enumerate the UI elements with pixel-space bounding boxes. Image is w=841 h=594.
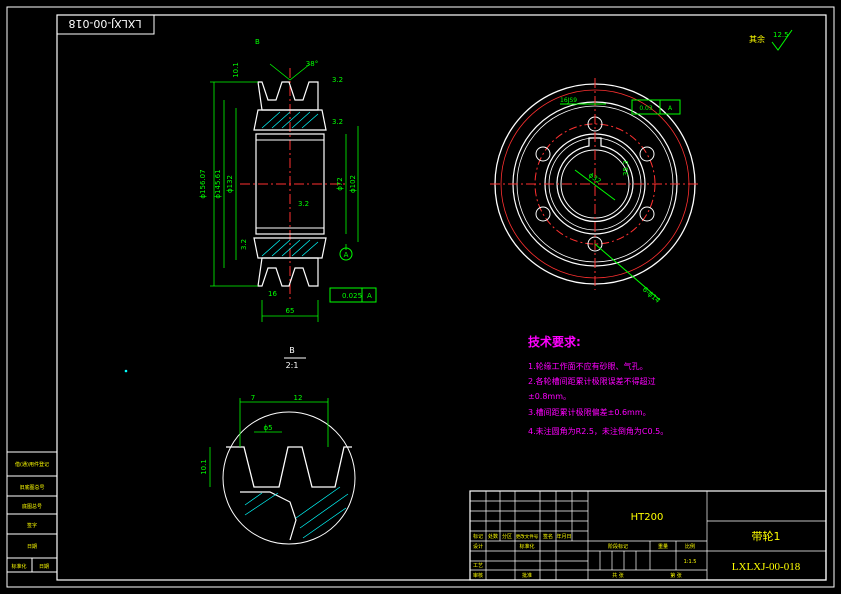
tb-row-label-6: 年月日 [556, 533, 571, 540]
side-row-1: 借(通)用件登记 [15, 461, 49, 468]
rough-a: 3.2 [332, 76, 343, 84]
tb-process: 工艺 [473, 563, 483, 569]
side-footer-2: 日期 [39, 564, 49, 570]
detail-web-profile [240, 491, 297, 541]
detail-ref: B [255, 38, 260, 46]
tb-standard: 标准化 [519, 543, 534, 550]
side-view: 16JS9 0.03 A ϕ32 35.3 6-ϕ14 [490, 78, 700, 305]
detail-circle [222, 411, 356, 545]
side-row-3: 底图总号 [22, 503, 42, 510]
drawing-stamp: LXLXJ-00-018 [56, 14, 155, 35]
side-footer-1: 标准化 [11, 563, 26, 570]
detail-hatching [244, 486, 349, 539]
titleblock-drawing-no: LXLXJ-00-018 [732, 561, 801, 573]
cad-drawing: LXLXJ-00-018 其余 12.5 ϕ156.07 ϕ145.61 ϕ13… [6, 6, 835, 588]
tb-col-1: 阶段标记 [608, 543, 628, 550]
requirement-3: 3.槽间距累计极限偏差±0.6mm。 [528, 407, 651, 417]
rough-d: 3.2 [240, 239, 248, 250]
requirement-1: 1.轮缘工作面不应有砂眼、气孔。 [528, 361, 648, 371]
detail-dim-depth: 10.1 [200, 459, 208, 475]
side-row-2: 旧底图总号 [19, 484, 44, 491]
depth-label: 35.3 [622, 160, 630, 176]
technical-requirements: 技术要求: 1.轮缘工作面不应有砂眼、气孔。 2.各轮槽间距累计极限误差不得超过… [528, 334, 668, 436]
title-block: HT200 带轮1 LXLXJ-00-018 1:1.5 标记 处数 分区 更改… [469, 490, 827, 581]
dim-groove-top: 10.1 [232, 62, 240, 78]
side-table-frame [6, 451, 58, 573]
keyway-label: 16JS9 [560, 97, 577, 104]
dim-angle: 38° [306, 60, 318, 68]
roughness-value: 12.5 [773, 31, 789, 39]
tb-col-2: 重量 [658, 543, 668, 550]
rough-c: 3.2 [298, 200, 309, 208]
detail-b-view: B 2:1 7 12 ϕ5 10.1 [200, 346, 356, 545]
inner-frame [56, 14, 827, 581]
side-table: 借(通)用件登记 旧底图总号 底图总号 签字 日期 标准化 日期 [6, 451, 58, 573]
side-row-5: 日期 [27, 544, 37, 550]
tb-row-label-1: 标记 [473, 533, 483, 540]
tb-sheet-a: 共 张 [612, 572, 624, 579]
side-row-4: 签字 [27, 522, 37, 529]
tb-row-label-5: 签名 [543, 533, 553, 540]
dim-pitch-dia: ϕ132 [226, 175, 234, 193]
bore-label: ϕ32 [587, 171, 603, 185]
dim-overall-dia: ϕ156.07 [199, 169, 207, 198]
requirements-title: 技术要求: [528, 334, 581, 349]
front-section-view: ϕ156.07 ϕ145.61 ϕ132 ϕ72 ϕ102 65 10.1 38… [199, 38, 377, 322]
roughness-note: 其余 12.5 [749, 29, 793, 51]
dim-width: 65 [286, 307, 295, 315]
titleblock-scale: 1:1.5 [684, 559, 697, 565]
tb-col-3: 比例 [685, 543, 695, 550]
detail-dim-b: 12 [294, 394, 303, 402]
detail-groove-profile [226, 446, 352, 488]
outer-frame [6, 6, 835, 588]
keyway-tol: 0.03 [639, 105, 653, 112]
gd-tolerance: 0.025 [342, 292, 362, 300]
tb-approve: 批准 [522, 572, 532, 579]
rough-b: 3.2 [332, 118, 343, 126]
dim-bore-dia: ϕ72 [336, 177, 344, 191]
dim-hub-dia: ϕ102 [349, 175, 357, 193]
detail-dim-width: ϕ5 [263, 424, 272, 432]
requirement-4: 4.未注圆角为R2.5，未注倒角为C0.5。 [528, 426, 668, 436]
tb-row-label-4: 更改文件号 [516, 533, 539, 540]
tb-row-label-2: 处数 [488, 533, 498, 540]
tb-sheet-b: 第 张 [670, 572, 682, 579]
titleblock-material: HT200 [631, 512, 664, 523]
small-mark: 16 [268, 290, 277, 298]
holes-label: 6-ϕ14 [641, 285, 662, 305]
requirement-2: 2.各轮槽间距累计极限误差不得超过 [528, 376, 656, 386]
detail-dimensions [209, 398, 329, 487]
detail-scale: 2:1 [286, 361, 299, 370]
roughness-label: 其余 [749, 34, 765, 44]
detail-dim-a: 7 [251, 394, 255, 402]
tb-design: 设计 [473, 543, 483, 550]
upper-rim [257, 81, 319, 111]
detail-label: B [289, 346, 295, 355]
titleblock-part-name: 带轮1 [752, 529, 781, 543]
gd-datum: A [367, 292, 372, 300]
keyway-datum: A [668, 105, 673, 112]
lower-rim [257, 257, 319, 287]
stray-point [124, 369, 128, 373]
datum-letter: A [344, 251, 349, 259]
tb-check: 审核 [473, 572, 483, 579]
dim-mid-dia: ϕ145.61 [214, 169, 222, 198]
requirement-2b: ±0.8mm。 [528, 392, 571, 401]
stamp-code: LXLXJ-00-018 [68, 17, 141, 30]
tb-row-label-3: 分区 [502, 533, 512, 540]
